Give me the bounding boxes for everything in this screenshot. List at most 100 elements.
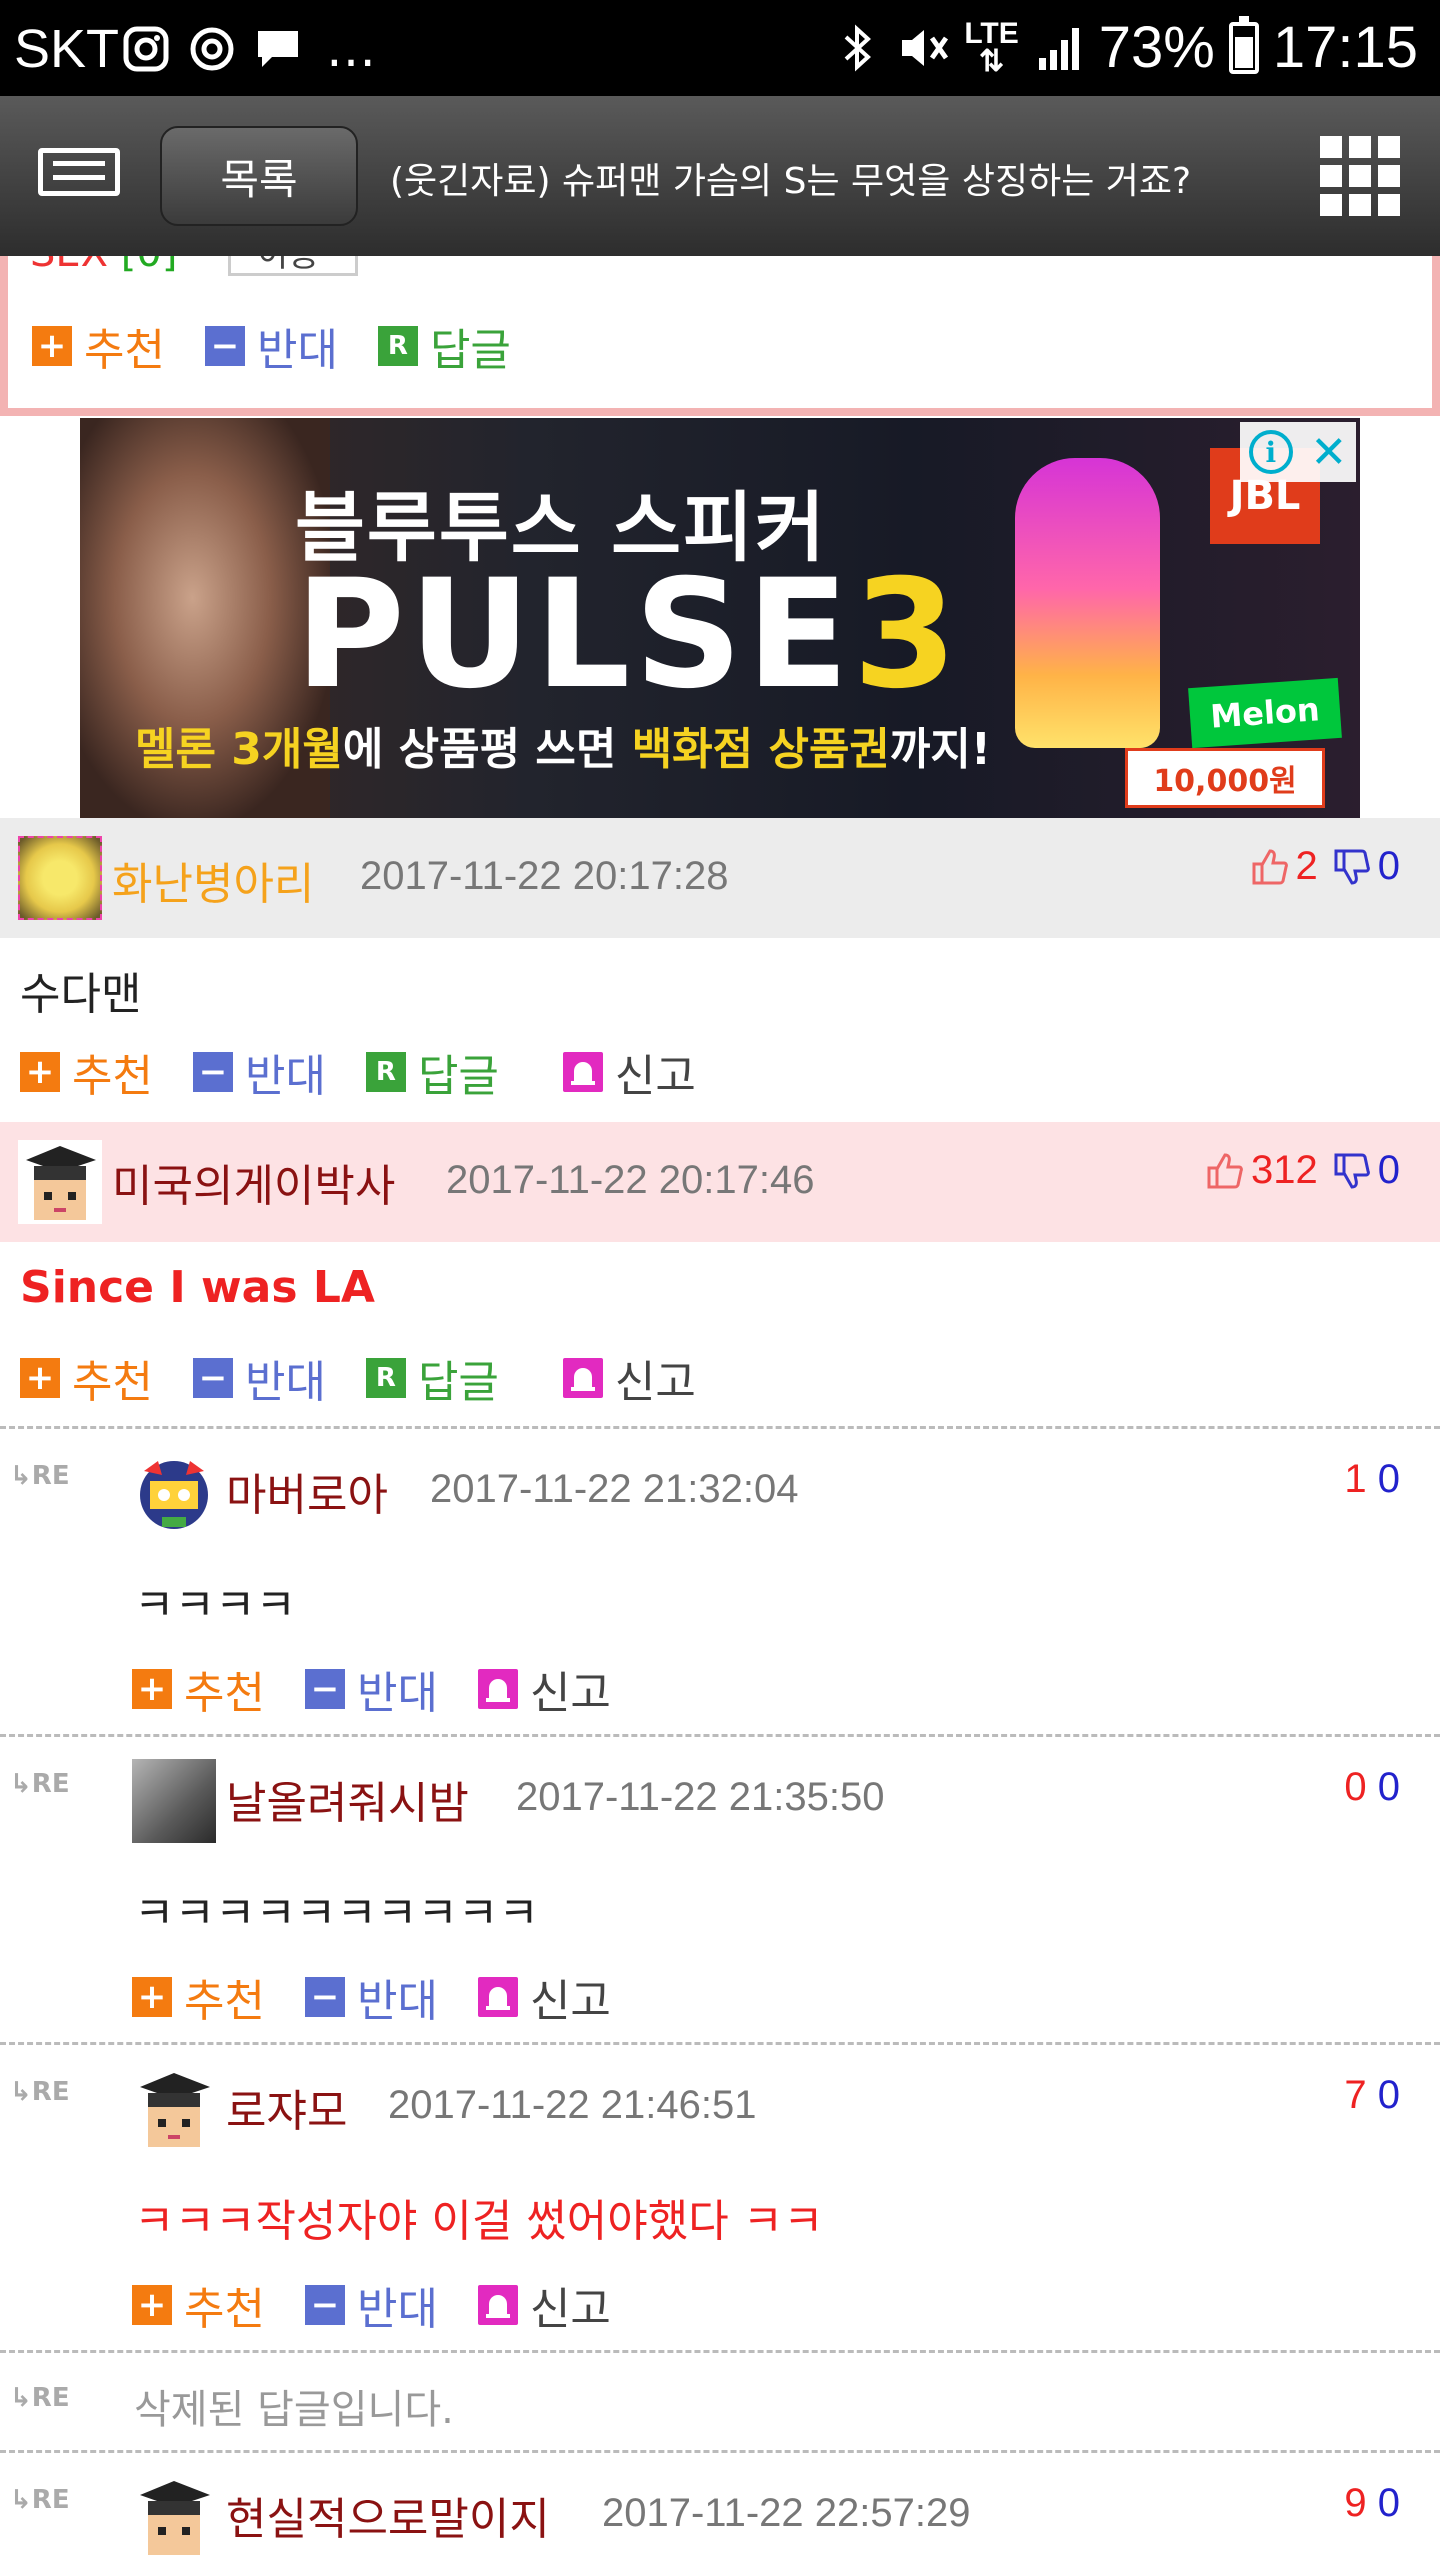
more-notifications-icon: … [326,20,378,78]
oppose-button[interactable]: − 반대 [192,1040,326,1104]
minus-icon: − [304,1977,345,2017]
comment-header: 화난병아리 2017-11-22 20:17:28 2 0 [0,818,1440,938]
reply-button[interactable]: R 답글 [365,1346,499,1410]
oppose-button[interactable]: − 반대 [304,1657,438,1721]
minus-icon: − [192,1358,233,1398]
carrier-label: SKT [14,19,120,79]
minus-icon: − [192,1052,233,1092]
battery-icon [1228,15,1259,74]
comment-actions: + 추천 − 반대 R 답글 신고 [20,1044,736,1102]
avatar[interactable] [18,836,102,920]
avatar[interactable] [132,2067,216,2151]
reply-arrow-icon: ↳RE [10,2077,70,2107]
avatar[interactable] [132,1759,216,1843]
apps-grid-icon[interactable] [1320,136,1400,216]
comment-header: 미국의게이박사 2017-11-22 20:17:46 312 0 [0,1122,1440,1242]
reply-arrow-icon: ↳RE [10,1461,70,1491]
thumbs-up-icon [1250,847,1290,887]
comment-body: 수다맨 [20,969,142,1020]
reply-r-icon: R [365,1358,406,1398]
plus-icon: + [132,1669,172,1709]
reply-nickname[interactable]: 로쟈모 [226,2075,347,2139]
comment-nickname[interactable]: 미국의게이박사 [112,1150,395,1214]
reply-nickname[interactable]: 현실적으로말이지 [226,2483,550,2547]
report-button[interactable]: 신고 [477,1965,611,2029]
reply-button[interactable]: R 답글 [377,314,511,378]
siren-icon [477,2285,518,2325]
oppose-button[interactable]: − 반대 [204,314,338,378]
reply-body: ㅋㅋㅋ작성자야 이걸 썼어야했다 ㅋㅋ [134,2196,824,2247]
instagram-icon [120,23,172,75]
comment-nickname[interactable]: 화난병아리 [112,848,314,912]
deleted-reply-text: 삭제된 답글입니다. [134,2387,454,2433]
minus-icon: − [204,326,245,366]
siren-icon [562,1358,603,1398]
plus-icon: + [20,1358,60,1398]
comment-votes: 312 0 [1205,1148,1400,1193]
ad-banner[interactable]: 블루투스 스피커 PULSE3 멜론 3개월에 상품평 쓰면 백화점 상품권까지… [80,418,1360,818]
reply-date: 2017-11-22 22:57:29 [602,2491,971,2535]
reply-votes: 1 0 [1344,1457,1400,1501]
status-bar: SKT … LTE ⇅ 73% 17:15 [0,0,1440,96]
info-icon[interactable]: i [1248,430,1293,474]
coupon-badge: 10,000원 [1125,748,1325,808]
avatar[interactable] [18,1140,102,1224]
comment-body: Since I was LA [20,1262,375,1313]
list-button[interactable]: 목록 [160,126,358,226]
report-button[interactable]: 신고 [562,1040,696,1104]
chat-icon [252,23,304,75]
reply-button[interactable]: R 답글 [365,1040,499,1104]
comment-actions: + 추천 − 반대 R 답글 신고 [20,1350,736,1408]
reply-item: ↳RE 로쟈모 2017-11-22 21:46:51 7 0 ㅋㅋㅋ작성자야 … [0,2042,1440,2350]
plus-icon: + [132,2285,172,2325]
menu-icon[interactable] [38,148,120,196]
avatar[interactable] [132,2475,216,2559]
comment-date: 2017-11-22 20:17:46 [446,1158,815,1202]
clock: 17:15 [1272,15,1418,80]
previous-comment-input: 이용 [228,256,358,276]
plus-icon: + [20,1052,60,1092]
recommend-button[interactable]: + 추천 [132,1657,265,1721]
recommend-button[interactable]: + 추천 [132,2273,265,2337]
reply-body: ㅋㅋㅋㅋㅋㅋㅋㅋㅋㅋ [134,1888,539,1939]
reply-date: 2017-11-22 21:46:51 [388,2083,757,2127]
battery-percent: 73% [1098,15,1215,80]
reply-actions: + 추천 − 반대 신고 [132,1969,651,2027]
minus-icon: − [304,2285,345,2325]
app-header: 목록 (웃긴자료) 슈퍼맨 가슴의 S는 무엇을 상징하는 거죠? [0,96,1440,256]
reply-nickname[interactable]: 날올려줘시밤 [226,1767,469,1831]
reply-item: ↳RE 현실적으로말이지 2017-11-22 22:57:29 9 0 [0,2450,1440,2560]
report-button[interactable]: 신고 [477,1657,611,1721]
previous-comment-box: SEX [0] 이용 +추천 −반대 R답글 [0,256,1440,416]
reply-actions: + 추천 − 반대 신고 [132,1661,651,1719]
thumbs-down-icon [1332,847,1372,887]
melon-badge: Melon [1188,677,1342,749]
reply-arrow-icon: ↳RE [10,1769,70,1799]
reply-item-deleted: ↳RE 삭제된 답글입니다. [0,2350,1440,2450]
recommend-button[interactable]: + 추천 [20,1040,153,1104]
close-icon[interactable]: ✕ [1310,427,1347,478]
oppose-button[interactable]: − 반대 [304,2273,438,2337]
sync-icon [186,23,238,75]
avatar[interactable] [132,1451,216,1535]
reply-nickname[interactable]: 마버로아 [226,1459,388,1523]
ad-promo-text: 멜론 3개월에 상품평 쓰면 백화점 상품권까지! [135,724,991,775]
recommend-button[interactable]: + 추천 [132,1965,265,2029]
siren-icon [477,1977,518,2017]
report-button[interactable]: 신고 [562,1346,696,1410]
page-title: (웃긴자료) 슈퍼맨 가슴의 S는 무엇을 상징하는 거죠? [390,161,1192,202]
siren-icon [562,1052,603,1092]
reply-votes: 0 0 [1344,1765,1400,1809]
ad-choices[interactable]: i ✕ [1240,422,1356,482]
lte-icon: LTE ⇅ [964,16,1019,78]
report-button[interactable]: 신고 [477,2273,611,2337]
reply-date: 2017-11-22 21:35:50 [516,1775,885,1819]
oppose-button[interactable]: − 반대 [304,1965,438,2029]
previous-actions: + 추천 − 반대 R 답글 [32,318,551,376]
thumbs-down-icon [1332,1151,1372,1191]
recommend-button[interactable]: + 추천 [20,1346,153,1410]
reply-arrow-icon: ↳RE [10,2485,70,2515]
oppose-button[interactable]: − 반대 [192,1346,326,1410]
thumbs-up-icon [1205,1151,1245,1191]
recommend-button[interactable]: + 추천 [32,314,165,378]
